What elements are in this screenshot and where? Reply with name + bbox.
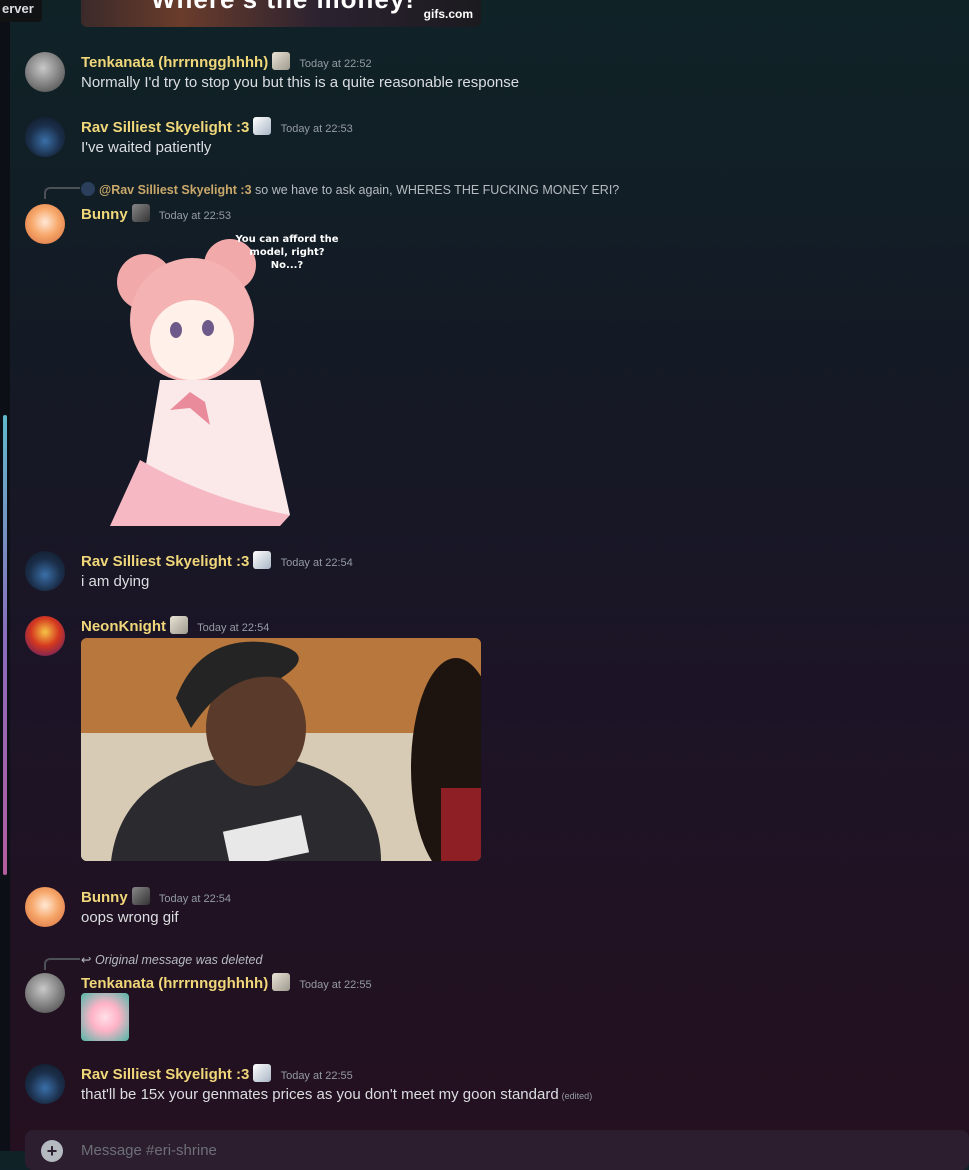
message-author[interactable]: Rav Silliest Skyelight :3 Today at 22:55 (81, 1064, 353, 1083)
message-timestamp: Today at 22:53 (280, 123, 353, 135)
message-text: I've waited patiently (81, 139, 212, 156)
sticker-eye-right (202, 320, 214, 336)
message-timestamp: Today at 22:54 (158, 893, 232, 905)
avatar[interactable] (25, 887, 65, 927)
sticker-face (150, 300, 234, 380)
message-timestamp: Today at 22:54 (197, 622, 270, 634)
message-author[interactable]: Rav Silliest Skyelight :3 Today at 22:54 (81, 551, 353, 570)
gif-embed[interactable] (81, 638, 481, 861)
sticker-caption: You can afford the model, right? No...? (235, 234, 339, 271)
avatar[interactable] (25, 204, 65, 244)
message-text: Normally I'd try to stop you but this is… (81, 74, 520, 91)
message-timestamp: Today at 22:55 (280, 1070, 353, 1082)
message-timestamp: Today at 22:53 (158, 210, 232, 222)
role-badge-icon (131, 887, 150, 905)
edited-label: (edited) (561, 1091, 593, 1101)
emoji-image[interactable] (81, 993, 129, 1041)
message-timestamp: Today at 22:55 (299, 979, 372, 991)
message-timestamp: Today at 22:54 (280, 557, 353, 569)
reply-deleted-text: Original message was deleted (94, 953, 263, 967)
role-badge-icon (253, 551, 272, 569)
reply-connector (44, 958, 80, 970)
scroll-accent (3, 415, 7, 875)
gif-right-person-shirt (441, 788, 481, 861)
reply-preview: ↩ Original message was deleted (81, 952, 262, 967)
message-author[interactable]: Rav Silliest Skyelight :3 Today at 22:53 (81, 117, 353, 136)
avatar[interactable] (25, 973, 65, 1013)
message-author[interactable]: Tenkanata (hrrrnngghhhh) Today at 22:55 (81, 973, 372, 992)
gif-caption: Where's the money! (151, 0, 415, 15)
role-badge-icon (272, 973, 291, 991)
avatar[interactable] (25, 551, 65, 591)
message-author[interactable]: Bunny Today at 22:54 (81, 887, 231, 906)
role-badge-icon (169, 616, 188, 634)
message-author[interactable]: Tenkanata (hrrrnngghhhh) Today at 22:52 (81, 52, 372, 71)
message-text: that'll be 15x your genmates prices as y… (81, 1086, 593, 1103)
reply-text: so we have to ask again, WHERES THE FUCK… (255, 183, 620, 197)
message-text: oops wrong gif (81, 909, 179, 926)
message-author[interactable]: NeonKnight Today at 22:54 (81, 616, 269, 635)
message-composer[interactable]: + Message #eri-shrine (25, 1130, 969, 1170)
gif-embed-top[interactable]: Where's the money! gifs.com (81, 0, 481, 27)
message-text: i am dying (81, 573, 150, 590)
reply-connector (44, 187, 80, 199)
add-attachment-icon[interactable]: + (41, 1140, 63, 1162)
gif-source-label: gifs.com (423, 7, 473, 21)
reply-mention[interactable]: @Rav Silliest Skyelight :3 (99, 183, 252, 197)
gif-image (81, 638, 481, 861)
role-badge-icon (253, 117, 272, 135)
message-timestamp: Today at 22:52 (299, 58, 372, 70)
sticker-eye-left (170, 322, 182, 338)
role-badge-icon (131, 204, 150, 222)
message-author[interactable]: Bunny Today at 22:53 (81, 204, 231, 223)
reply-preview[interactable]: @Rav Silliest Skyelight :3 so we have to… (81, 182, 619, 197)
sticker-image[interactable] (100, 230, 340, 526)
role-badge-icon (272, 52, 291, 70)
avatar[interactable] (25, 117, 65, 157)
avatar[interactable] (25, 616, 65, 656)
avatar[interactable] (25, 52, 65, 92)
avatar[interactable] (25, 1064, 65, 1104)
reply-avatar (81, 182, 95, 196)
server-tooltip: erver (0, 0, 42, 22)
role-badge-icon (253, 1064, 272, 1082)
reply-arrow-icon: ↩ (81, 953, 92, 967)
